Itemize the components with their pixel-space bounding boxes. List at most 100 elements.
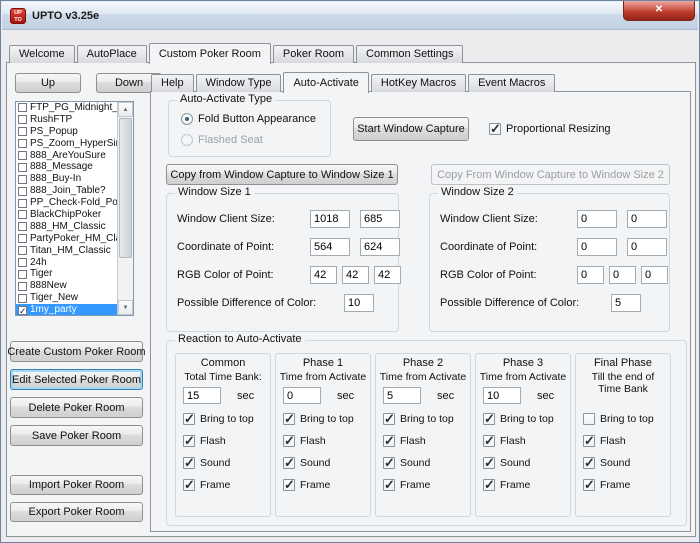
rgb-b-input[interactable] <box>374 266 401 284</box>
checkbox[interactable] <box>283 433 295 449</box>
tab-custom-poker-room[interactable]: Custom Poker Room <box>148 43 271 64</box>
room-checkbox[interactable] <box>18 151 27 160</box>
room-checkbox[interactable] <box>18 198 27 208</box>
rgb-r-input[interactable] <box>310 266 337 284</box>
tab-hotkey-macros[interactable]: HotKey Macros <box>370 74 467 92</box>
checkbox[interactable] <box>583 433 595 449</box>
edit-room-button[interactable]: Edit Selected Poker Room <box>10 369 143 390</box>
list-item[interactable]: 24h <box>16 257 133 269</box>
client-width-input[interactable] <box>577 210 617 228</box>
reaction-check-row[interactable]: Frame <box>383 477 454 493</box>
reaction-check-row[interactable]: Sound <box>483 455 554 471</box>
room-checkbox[interactable] <box>18 234 27 244</box>
list-item[interactable]: 1my_party <box>16 304 133 315</box>
reaction-check-row[interactable]: Flash <box>283 433 354 449</box>
reaction-check-row[interactable]: Bring to top <box>483 411 554 427</box>
color-diff-input[interactable] <box>611 294 641 312</box>
client-height-input[interactable] <box>360 210 400 228</box>
reaction-check-row[interactable]: Bring to top <box>183 411 254 427</box>
list-item[interactable]: 888_Join_Table? <box>16 185 133 197</box>
reaction-check-row[interactable]: Frame <box>483 477 554 493</box>
checkbox[interactable] <box>383 411 395 427</box>
room-checkbox[interactable] <box>18 139 27 149</box>
list-item[interactable]: 888_Message <box>16 161 133 173</box>
rgb-b-input[interactable] <box>641 266 668 284</box>
color-diff-input[interactable] <box>344 294 374 312</box>
checkbox[interactable] <box>483 411 495 427</box>
proportional-resizing-checkbox[interactable]: Proportional Resizing <box>489 121 611 137</box>
room-checkbox[interactable] <box>18 162 27 172</box>
delete-room-button[interactable]: Delete Poker Room <box>10 397 143 418</box>
room-list-scrollbar[interactable]: ▲ ▼ <box>117 102 133 315</box>
list-item[interactable]: PS_Zoom_HyperSim <box>16 138 133 150</box>
tab-help[interactable]: Help <box>151 74 194 92</box>
create-room-button[interactable]: Create Custom Poker Room <box>7 341 146 362</box>
list-item[interactable]: 888_AreYouSure <box>16 150 133 162</box>
room-checkbox[interactable] <box>18 222 27 232</box>
radio-fold-button-appearance[interactable]: Fold Button Appearance <box>181 113 316 125</box>
list-item[interactable]: FTP_PG_Midnight_F <box>16 102 133 114</box>
time-input[interactable] <box>483 387 521 404</box>
list-item[interactable]: Tiger <box>16 268 133 280</box>
reaction-check-row[interactable]: Sound <box>183 455 254 471</box>
room-checkbox[interactable] <box>18 281 27 291</box>
scroll-up-icon[interactable]: ▲ <box>118 102 133 117</box>
checkbox[interactable] <box>383 477 395 493</box>
checkbox[interactable] <box>283 411 295 427</box>
room-checkbox[interactable] <box>18 246 27 256</box>
list-item[interactable]: RushFTP <box>16 114 133 126</box>
copy-capture-to-size1-button[interactable]: Copy from Window Capture to Window Size … <box>166 164 398 185</box>
list-item[interactable]: BlackChipPoker <box>16 209 133 221</box>
radio-icon[interactable] <box>181 134 193 146</box>
coord-x-input[interactable] <box>310 238 350 256</box>
time-input[interactable] <box>183 387 221 404</box>
room-checkbox[interactable] <box>18 186 27 196</box>
reaction-check-row[interactable]: Sound <box>283 455 354 471</box>
client-height-input[interactable] <box>627 210 667 228</box>
time-input[interactable] <box>383 387 421 404</box>
tab-event-macros[interactable]: Event Macros <box>468 74 556 92</box>
list-item[interactable]: 888_HM_Classic <box>16 221 133 233</box>
close-button[interactable]: ✕ <box>623 1 695 21</box>
client-width-input[interactable] <box>310 210 350 228</box>
checkbox[interactable] <box>489 121 501 137</box>
checkbox[interactable] <box>483 477 495 493</box>
coord-y-input[interactable] <box>627 238 667 256</box>
rgb-r-input[interactable] <box>577 266 604 284</box>
checkbox[interactable] <box>583 455 595 471</box>
tab-auto-activate[interactable]: Auto-Activate <box>283 72 369 93</box>
reaction-check-row[interactable]: Flash <box>183 433 254 449</box>
tab-window-type[interactable]: Window Type <box>195 74 282 92</box>
room-checkbox[interactable] <box>18 269 27 279</box>
room-checkbox[interactable] <box>18 210 27 220</box>
list-item[interactable]: PartyPoker_HM_Clas <box>16 233 133 245</box>
checkbox[interactable] <box>583 477 595 493</box>
room-checkbox[interactable] <box>18 127 27 137</box>
coord-y-input[interactable] <box>360 238 400 256</box>
list-item[interactable]: 888New <box>16 280 133 292</box>
move-up-button[interactable]: Up <box>15 73 81 93</box>
tab-common-settings[interactable]: Common Settings <box>356 45 464 63</box>
checkbox[interactable] <box>583 412 595 425</box>
radio-flashed-seat[interactable]: Flashed Seat <box>181 134 263 146</box>
scroll-thumb[interactable] <box>119 118 132 258</box>
copy-capture-to-size2-button[interactable]: Copy From Window Capture to Window Size … <box>431 164 670 185</box>
start-window-capture-button[interactable]: Start Window Capture <box>353 117 469 141</box>
checkbox[interactable] <box>283 455 295 471</box>
reaction-check-row[interactable]: Flash <box>583 433 654 449</box>
reaction-check-row[interactable]: Flash <box>483 433 554 449</box>
reaction-check-row[interactable]: Frame <box>283 477 354 493</box>
tab-welcome[interactable]: Welcome <box>9 45 75 63</box>
rgb-g-input[interactable] <box>609 266 636 284</box>
checkbox[interactable] <box>483 433 495 449</box>
checkbox[interactable] <box>183 433 195 449</box>
room-checkbox[interactable] <box>18 305 27 315</box>
checkbox[interactable] <box>483 455 495 471</box>
reaction-check-row[interactable]: Sound <box>583 455 654 471</box>
save-room-button[interactable]: Save Poker Room <box>10 425 143 446</box>
room-checkbox[interactable] <box>18 103 27 113</box>
room-checkbox[interactable] <box>18 174 27 184</box>
coord-x-input[interactable] <box>577 238 617 256</box>
rgb-g-input[interactable] <box>342 266 369 284</box>
list-item[interactable]: Titan_HM_Classic <box>16 245 133 257</box>
